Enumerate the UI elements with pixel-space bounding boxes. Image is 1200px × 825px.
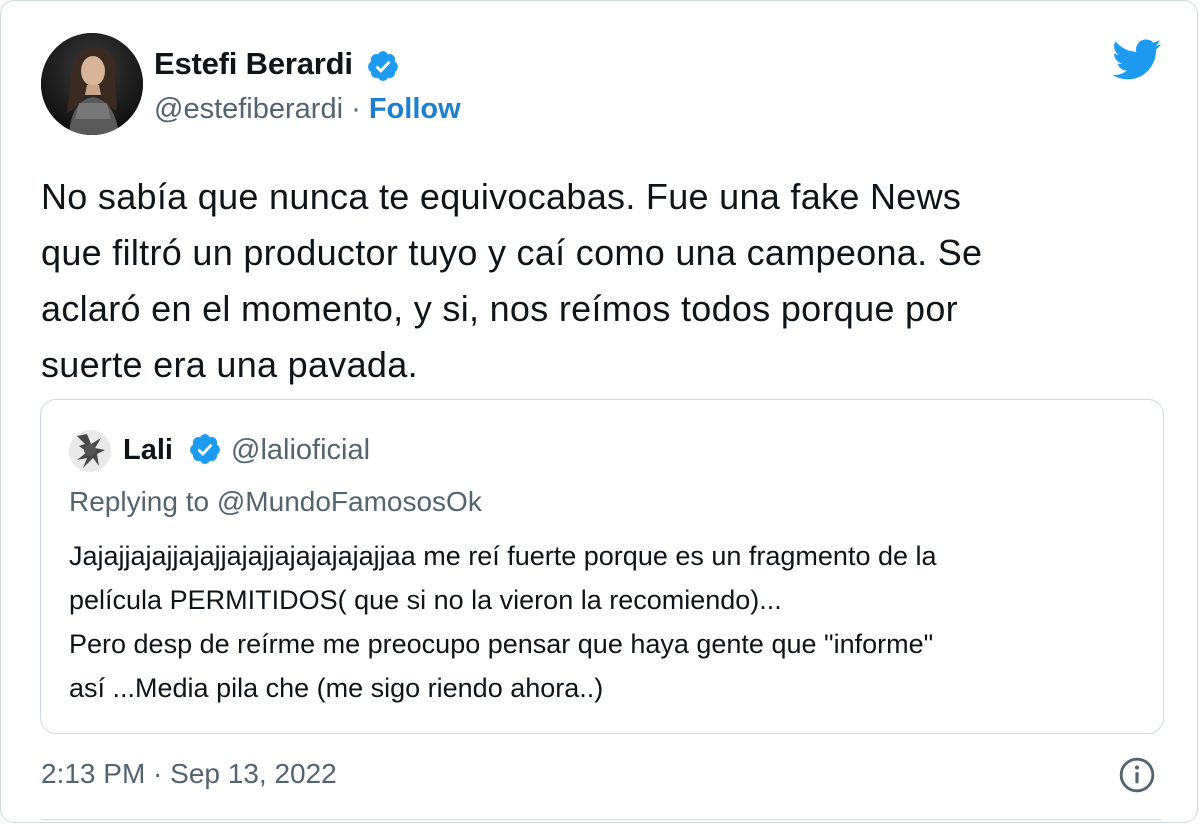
tweet-timestamp[interactable]: 2:13 PM · Sep 13, 2022 [41,758,337,790]
twitter-bird-icon[interactable] [1112,39,1162,81]
author-avatar[interactable] [41,33,143,135]
author-handle-line: @estefiberardi · Follow [154,93,461,126]
info-icon[interactable] [1118,756,1156,794]
tweet-text-line: suerte era una pavada. [41,344,418,385]
follow-button[interactable]: Follow [369,93,461,125]
quoted-tweet[interactable]: Lali @lalioficial Replying to @MundoFamo… [40,399,1164,734]
handle-separator: · [351,93,361,125]
bottom-divider [41,819,1161,820]
tweet-text-line: que filtró un productor tuyo y caí como … [41,232,983,273]
author-handle[interactable]: @estefiberardi [154,93,343,125]
quoted-text-line: así ...Media pila che (me sigo riendo ah… [69,673,604,703]
quoted-tweet-text: Jajajjajajjajajjajajjajajajajajjaa me re… [69,534,1149,710]
replying-to: Replying to @MundoFamososOk [69,486,482,518]
tweet-text-line: No sabía que nunca te equivocabas. Fue u… [41,176,962,217]
replying-to-label: Replying to [69,486,210,517]
quoted-author-name[interactable]: Lali [123,434,173,467]
replying-to-mention[interactable]: @MundoFamososOk [217,486,482,517]
verified-badge-icon [368,51,398,81]
tweet-card: Estefi Berardi @estefiberardi · Follow N… [0,0,1198,823]
quoted-text-line: Jajajjajajjajajjajajjajajajajajjaa me re… [69,541,937,571]
tweet-text-line: aclaró en el momento, y si, nos reímos t… [41,288,958,329]
verified-badge-icon [190,434,220,464]
quoted-text-line: película PERMITIDOS( que si no la vieron… [69,585,782,615]
quoted-text-line: Pero desp de reírme me preocupo pensar q… [69,629,934,659]
tweet-text: No sabía que nunca te equivocabas. Fue u… [41,169,1166,393]
quoted-author-handle[interactable]: @lalioficial [231,434,370,467]
author-name[interactable]: Estefi Berardi [154,46,353,82]
quoted-author-avatar [69,430,111,472]
